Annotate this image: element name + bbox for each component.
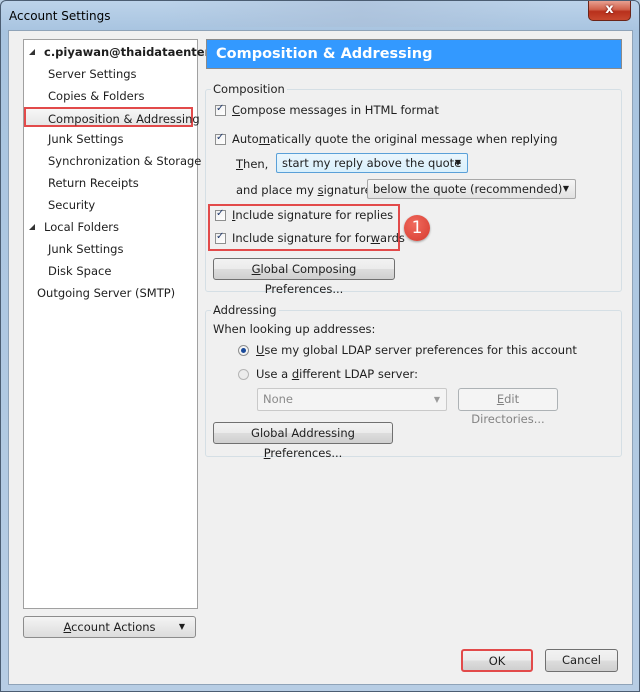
- html-format-checkbox-row[interactable]: Compose messages in HTML format: [215, 103, 439, 117]
- lookup-label: When looking up addresses:: [213, 322, 376, 336]
- tree-item-composition-addressing[interactable]: Composition & Addressing: [24, 107, 200, 127]
- page-title: Composition & Addressing: [206, 39, 622, 69]
- sig-replies-checkbox[interactable]: [215, 208, 226, 221]
- tree-item-account[interactable]: c.piyawan@thaidataenterp...: [24, 42, 232, 62]
- use-different-ldap-radio-row[interactable]: Use a different LDAP server:: [238, 367, 418, 381]
- dialog-client-area: c.piyawan@thaidataenterp... Server Setti…: [8, 30, 633, 685]
- account-tree[interactable]: c.piyawan@thaidataenterp... Server Setti…: [23, 39, 232, 609]
- tree-item-local-junk-settings[interactable]: Junk Settings: [24, 239, 123, 259]
- tree-item-copies-folders[interactable]: Copies & Folders: [24, 86, 144, 106]
- tree-item-return-receipts[interactable]: Return Receipts: [24, 173, 139, 193]
- account-settings-window: Account Settings x c.piyawan@thaidataent…: [0, 0, 640, 692]
- ldap-server-select[interactable]: None ▼: [257, 388, 447, 411]
- tree-item-security[interactable]: Security: [24, 195, 95, 215]
- global-addressing-preferences-button[interactable]: Global Addressing Preferences...: [213, 422, 393, 460]
- close-x-icon: x: [605, 2, 614, 17]
- dropdown-caret-icon: ▼: [178, 622, 185, 631]
- composition-legend: Composition: [211, 82, 287, 96]
- tree-item-synchronization-storage[interactable]: Synchronization & Storage: [24, 151, 201, 171]
- global-composing-preferences-button[interactable]: Global Composing Preferences...: [213, 258, 395, 296]
- window-title: Account Settings: [9, 9, 111, 23]
- account-actions-button[interactable]: Account Actions ▼: [23, 616, 196, 638]
- addressing-legend: Addressing: [211, 303, 279, 317]
- titlebar-background: [161, 1, 561, 27]
- cancel-button[interactable]: Cancel: [545, 649, 618, 672]
- ok-button[interactable]: OK: [461, 649, 533, 672]
- html-format-checkbox[interactable]: [215, 103, 226, 116]
- expand-triangle-icon[interactable]: [29, 224, 35, 230]
- sig-forwards-checkbox-row[interactable]: Include signature for forwards: [215, 231, 405, 245]
- edit-directories-button[interactable]: Edit Directories...: [458, 388, 558, 426]
- tree-item-local-folders[interactable]: Local Folders: [24, 217, 119, 237]
- tree-item-disk-space[interactable]: Disk Space: [24, 261, 111, 281]
- tree-item-junk-settings[interactable]: Junk Settings: [24, 129, 123, 149]
- expand-triangle-icon[interactable]: [29, 49, 35, 55]
- reply-position-select[interactable]: start my reply above the quote ▼: [276, 153, 468, 173]
- tree-item-server-settings[interactable]: Server Settings: [24, 64, 137, 84]
- annotation-badge: 1: [404, 215, 430, 241]
- dropdown-arrow-icon: ▼: [454, 158, 461, 167]
- close-button[interactable]: x: [588, 1, 631, 21]
- tree-item-outgoing-server[interactable]: Outgoing Server (SMTP): [24, 283, 175, 303]
- use-global-ldap-radio-row[interactable]: Use my global LDAP server preferences fo…: [238, 343, 577, 357]
- sig-replies-checkbox-row[interactable]: Include signature for replies: [215, 208, 393, 222]
- signature-position-select[interactable]: below the quote (recommended) ▼: [367, 179, 576, 199]
- signature-label: and place my signature: [236, 183, 372, 197]
- dropdown-arrow-icon: ▼: [433, 395, 440, 404]
- use-global-ldap-radio[interactable]: [238, 345, 249, 356]
- auto-quote-checkbox[interactable]: [215, 132, 226, 145]
- then-label: Then,: [236, 157, 269, 171]
- sig-forwards-checkbox[interactable]: [215, 231, 226, 244]
- use-different-ldap-radio[interactable]: [238, 369, 249, 380]
- dropdown-arrow-icon: ▼: [562, 184, 569, 193]
- auto-quote-checkbox-row[interactable]: Automatically quote the original message…: [215, 132, 558, 146]
